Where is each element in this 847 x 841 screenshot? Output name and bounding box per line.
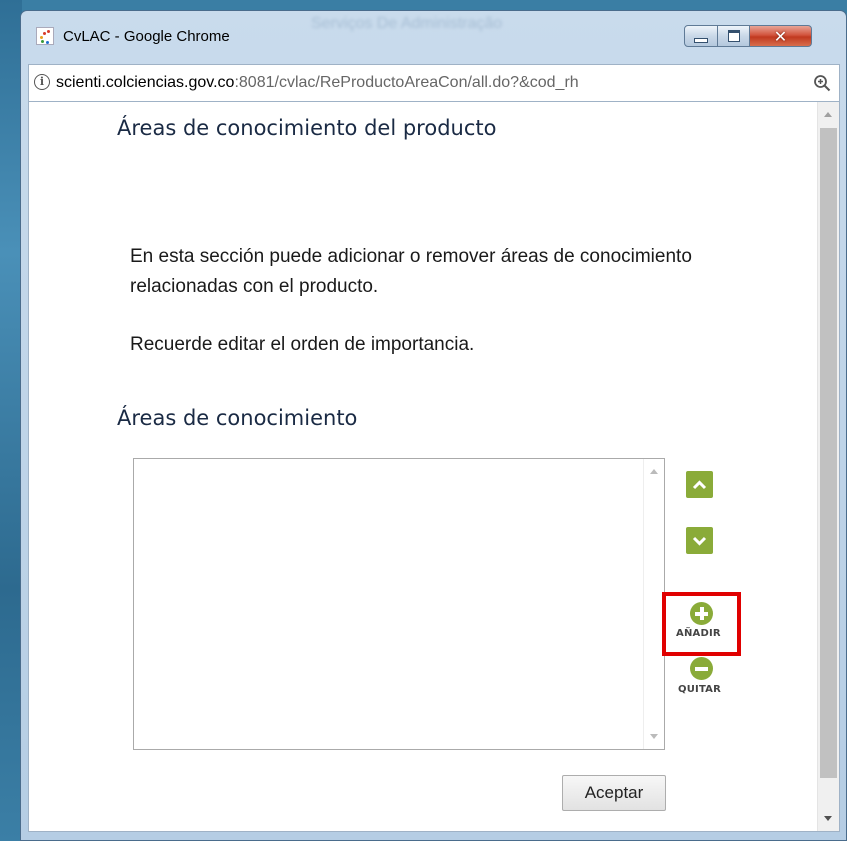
chevron-down-icon — [692, 536, 707, 546]
knowledge-areas-list[interactable] — [133, 458, 665, 750]
chrome-app-icon — [36, 27, 54, 45]
url-text[interactable]: scienti.colciencias.gov.co:8081/cvlac/Re… — [56, 74, 806, 92]
list-scrollbar[interactable] — [643, 459, 664, 749]
background-window-title: Serviços De Administração — [311, 15, 503, 32]
accept-button[interactable]: Aceptar — [562, 775, 666, 811]
maximize-icon — [727, 30, 740, 42]
url-host: scienti.colciencias.gov.co — [56, 74, 235, 91]
page-title: Áreas de conocimiento del producto — [117, 116, 497, 140]
minimize-icon — [694, 37, 708, 43]
remove-button[interactable]: QUITAR — [678, 684, 721, 695]
browser-popup-window: Serviços De Administração CvLAC - Google… — [20, 10, 847, 841]
list-scroll-up-icon[interactable] — [650, 469, 658, 474]
scroll-up-icon[interactable] — [824, 112, 832, 117]
url-path: :8081/cvlac/ReProductoAreaCon/all.do?&co… — [234, 74, 579, 91]
chevron-up-icon — [692, 479, 707, 489]
scroll-down-icon[interactable] — [824, 816, 832, 821]
highlight-box — [662, 592, 741, 656]
instructions-text: En esta sección puede adicionar o remove… — [130, 246, 692, 297]
info-icon[interactable]: i — [34, 74, 50, 90]
move-up-button[interactable] — [686, 471, 713, 498]
close-icon: ✕ — [773, 26, 788, 46]
title-bar[interactable]: Serviços De Administração CvLAC - Google… — [21, 11, 846, 53]
reminder-text: Recuerde editar el orden de importancia. — [130, 334, 475, 355]
page-content: Áreas de conocimiento del producto En es… — [28, 102, 840, 832]
minimize-button[interactable] — [684, 25, 718, 47]
close-button[interactable]: ✕ — [749, 25, 812, 47]
page-scrollbar[interactable] — [817, 102, 839, 831]
zoom-icon[interactable] — [813, 74, 831, 92]
list-scroll-down-icon[interactable] — [650, 734, 658, 739]
maximize-button[interactable] — [717, 25, 750, 47]
move-down-button[interactable] — [686, 527, 713, 554]
section-title: Áreas de conocimiento — [117, 406, 358, 430]
address-bar[interactable]: i scienti.colciencias.gov.co:8081/cvlac/… — [28, 64, 840, 102]
window-title: CvLAC - Google Chrome — [63, 28, 230, 45]
remove-icon[interactable] — [690, 657, 713, 680]
desktop-background — [0, 0, 22, 841]
scrollbar-thumb[interactable] — [820, 128, 837, 778]
